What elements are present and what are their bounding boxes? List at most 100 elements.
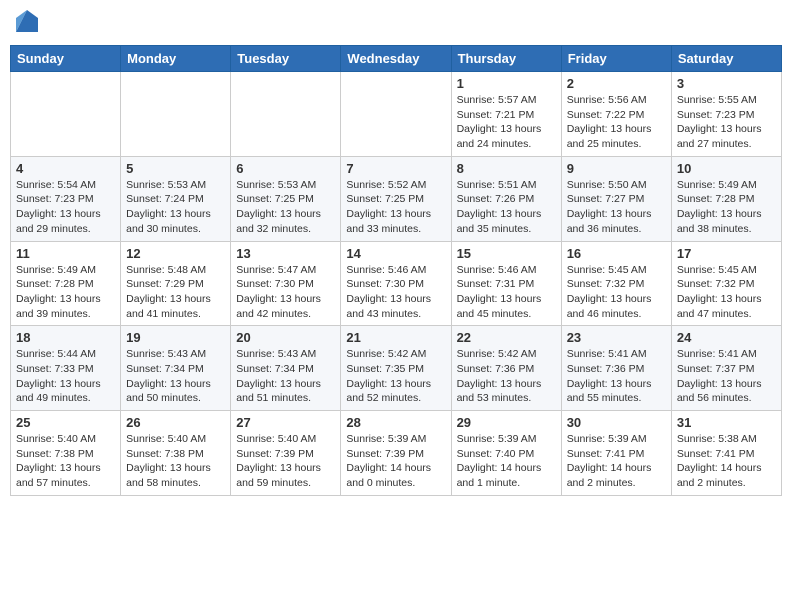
calendar-cell: 5 Sunrise: 5:53 AM Sunset: 7:24 PM Daylig… [121,156,231,241]
day-info: Sunrise: 5:44 AM Sunset: 7:33 PM Dayligh… [16,347,115,406]
calendar-week-row: 25 Sunrise: 5:40 AM Sunset: 7:38 PM Dayli… [11,411,782,496]
day-number: 17 [677,246,776,261]
day-info: Sunrise: 5:40 AM Sunset: 7:39 PM Dayligh… [236,432,335,491]
day-info: Sunrise: 5:47 AM Sunset: 7:30 PM Dayligh… [236,263,335,322]
day-info: Sunrise: 5:49 AM Sunset: 7:28 PM Dayligh… [16,263,115,322]
weekday-header-row: SundayMondayTuesdayWednesdayThursdayFrid… [11,46,782,72]
day-info: Sunrise: 5:49 AM Sunset: 7:28 PM Dayligh… [677,178,776,237]
calendar-cell: 7 Sunrise: 5:52 AM Sunset: 7:25 PM Daylig… [341,156,451,241]
day-number: 31 [677,415,776,430]
day-number: 1 [457,76,556,91]
day-number: 29 [457,415,556,430]
calendar-cell: 30 Sunrise: 5:39 AM Sunset: 7:41 PM Dayli… [561,411,671,496]
calendar-cell: 25 Sunrise: 5:40 AM Sunset: 7:38 PM Dayli… [11,411,121,496]
calendar-cell: 31Sunrise: 5:38 AM Sunset: 7:41 PM Dayli… [671,411,781,496]
calendar-cell: 23 Sunrise: 5:41 AM Sunset: 7:36 PM Dayli… [561,326,671,411]
weekday-header-monday: Monday [121,46,231,72]
day-info: Sunrise: 5:42 AM Sunset: 7:35 PM Dayligh… [346,347,445,406]
calendar-cell: 26Sunrise: 5:40 AM Sunset: 7:38 PM Dayli… [121,411,231,496]
day-number: 20 [236,330,335,345]
weekday-header-thursday: Thursday [451,46,561,72]
weekday-header-saturday: Saturday [671,46,781,72]
calendar-cell: 6 Sunrise: 5:53 AM Sunset: 7:25 PM Daylig… [231,156,341,241]
day-number: 10 [677,161,776,176]
day-number: 6 [236,161,335,176]
day-info: Sunrise: 5:48 AM Sunset: 7:29 PM Dayligh… [126,263,225,322]
day-number: 5 [126,161,225,176]
day-number: 23 [567,330,666,345]
day-number: 18 [16,330,115,345]
calendar-cell: 21 Sunrise: 5:42 AM Sunset: 7:35 PM Dayli… [341,326,451,411]
weekday-header-friday: Friday [561,46,671,72]
day-number: 26 [126,415,225,430]
day-info: Sunrise: 5:45 AM Sunset: 7:32 PM Dayligh… [567,263,666,322]
day-number: 3 [677,76,776,91]
day-info: Sunrise: 5:39 AM Sunset: 7:39 PM Dayligh… [346,432,445,491]
calendar-cell [121,72,231,157]
day-number: 19 [126,330,225,345]
day-number: 8 [457,161,556,176]
day-info: Sunrise: 5:50 AM Sunset: 7:27 PM Dayligh… [567,178,666,237]
day-info: Sunrise: 5:57 AM Sunset: 7:21 PM Dayligh… [457,93,556,152]
day-info: Sunrise: 5:41 AM Sunset: 7:36 PM Dayligh… [567,347,666,406]
calendar-cell: 8Sunrise: 5:51 AM Sunset: 7:26 PM Daylig… [451,156,561,241]
day-info: Sunrise: 5:46 AM Sunset: 7:30 PM Dayligh… [346,263,445,322]
day-number: 16 [567,246,666,261]
day-number: 21 [346,330,445,345]
calendar-cell: 3 Sunrise: 5:55 AM Sunset: 7:23 PM Daylig… [671,72,781,157]
day-info: Sunrise: 5:53 AM Sunset: 7:25 PM Dayligh… [236,178,335,237]
day-number: 13 [236,246,335,261]
calendar-cell: 13 Sunrise: 5:47 AM Sunset: 7:30 PM Dayli… [231,241,341,326]
day-number: 2 [567,76,666,91]
calendar-week-row: 1 Sunrise: 5:57 AM Sunset: 7:21 PM Daylig… [11,72,782,157]
weekday-header-tuesday: Tuesday [231,46,341,72]
calendar-table: SundayMondayTuesdayWednesdayThursdayFrid… [10,45,782,496]
calendar-cell [341,72,451,157]
calendar-week-row: 18 Sunrise: 5:44 AM Sunset: 7:33 PM Dayli… [11,326,782,411]
calendar-cell: 29 Sunrise: 5:39 AM Sunset: 7:40 PM Dayli… [451,411,561,496]
calendar-cell: 14Sunrise: 5:46 AM Sunset: 7:30 PM Dayli… [341,241,451,326]
calendar-cell: 12 Sunrise: 5:48 AM Sunset: 7:29 PM Dayli… [121,241,231,326]
weekday-header-wednesday: Wednesday [341,46,451,72]
calendar-cell: 22Sunrise: 5:42 AM Sunset: 7:36 PM Dayli… [451,326,561,411]
weekday-header-sunday: Sunday [11,46,121,72]
day-number: 9 [567,161,666,176]
day-info: Sunrise: 5:40 AM Sunset: 7:38 PM Dayligh… [16,432,115,491]
day-number: 7 [346,161,445,176]
calendar-cell: 19 Sunrise: 5:43 AM Sunset: 7:34 PM Dayli… [121,326,231,411]
calendar-cell: 24Sunrise: 5:41 AM Sunset: 7:37 PM Dayli… [671,326,781,411]
calendar-cell: 27 Sunrise: 5:40 AM Sunset: 7:39 PM Dayli… [231,411,341,496]
calendar-cell: 28Sunrise: 5:39 AM Sunset: 7:39 PM Dayli… [341,411,451,496]
day-info: Sunrise: 5:54 AM Sunset: 7:23 PM Dayligh… [16,178,115,237]
day-number: 4 [16,161,115,176]
day-number: 27 [236,415,335,430]
calendar-cell: 9 Sunrise: 5:50 AM Sunset: 7:27 PM Daylig… [561,156,671,241]
calendar-cell: 2 Sunrise: 5:56 AM Sunset: 7:22 PM Daylig… [561,72,671,157]
day-info: Sunrise: 5:55 AM Sunset: 7:23 PM Dayligh… [677,93,776,152]
day-number: 12 [126,246,225,261]
day-info: Sunrise: 5:39 AM Sunset: 7:41 PM Dayligh… [567,432,666,491]
calendar-cell [231,72,341,157]
calendar-cell: 17Sunrise: 5:45 AM Sunset: 7:32 PM Dayli… [671,241,781,326]
day-info: Sunrise: 5:53 AM Sunset: 7:24 PM Dayligh… [126,178,225,237]
day-info: Sunrise: 5:41 AM Sunset: 7:37 PM Dayligh… [677,347,776,406]
day-info: Sunrise: 5:43 AM Sunset: 7:34 PM Dayligh… [126,347,225,406]
day-info: Sunrise: 5:39 AM Sunset: 7:40 PM Dayligh… [457,432,556,491]
calendar-cell: 1 Sunrise: 5:57 AM Sunset: 7:21 PM Daylig… [451,72,561,157]
calendar-cell: 16 Sunrise: 5:45 AM Sunset: 7:32 PM Dayli… [561,241,671,326]
logo-icon [16,10,38,32]
day-info: Sunrise: 5:52 AM Sunset: 7:25 PM Dayligh… [346,178,445,237]
calendar-week-row: 11Sunrise: 5:49 AM Sunset: 7:28 PM Dayli… [11,241,782,326]
calendar-cell: 15 Sunrise: 5:46 AM Sunset: 7:31 PM Dayli… [451,241,561,326]
day-info: Sunrise: 5:42 AM Sunset: 7:36 PM Dayligh… [457,347,556,406]
day-number: 30 [567,415,666,430]
day-info: Sunrise: 5:43 AM Sunset: 7:34 PM Dayligh… [236,347,335,406]
calendar-cell: 11Sunrise: 5:49 AM Sunset: 7:28 PM Dayli… [11,241,121,326]
day-info: Sunrise: 5:56 AM Sunset: 7:22 PM Dayligh… [567,93,666,152]
day-info: Sunrise: 5:46 AM Sunset: 7:31 PM Dayligh… [457,263,556,322]
page-header [10,10,782,37]
day-number: 15 [457,246,556,261]
calendar-cell: 10 Sunrise: 5:49 AM Sunset: 7:28 PM Dayli… [671,156,781,241]
logo [14,10,38,37]
day-number: 25 [16,415,115,430]
